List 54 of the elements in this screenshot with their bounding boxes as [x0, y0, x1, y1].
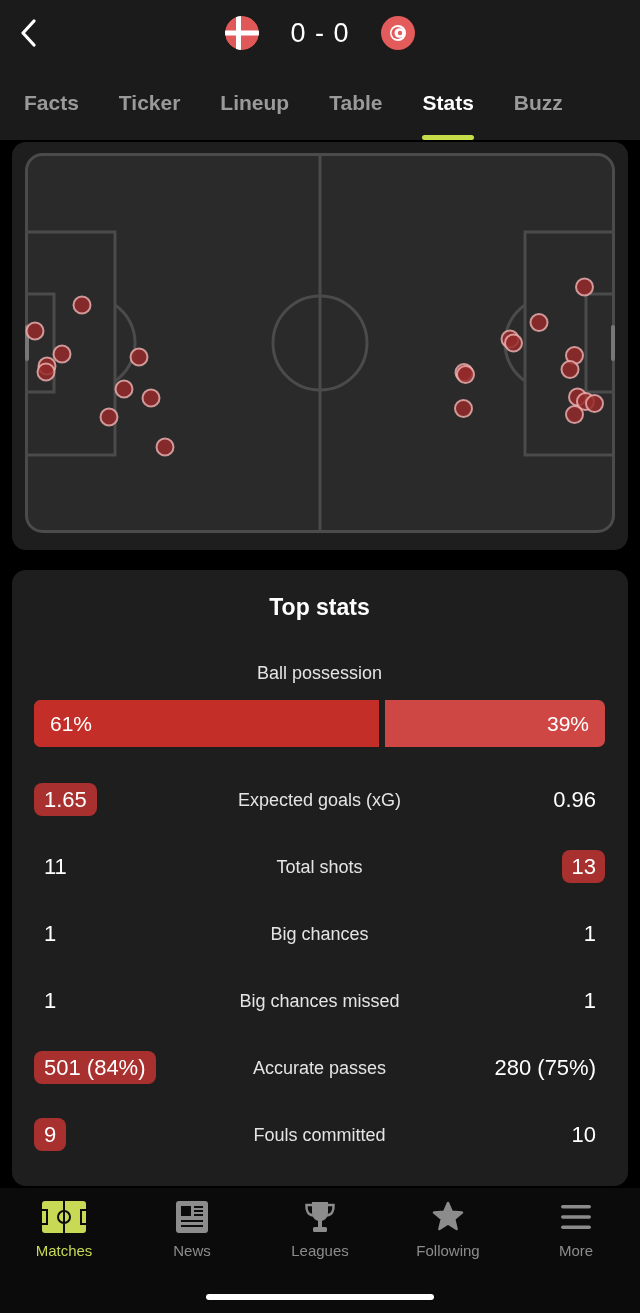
shot-marker — [529, 313, 549, 332]
nav-tab[interactable]: News — [128, 1201, 256, 1260]
home-stat-value: 1 — [43, 987, 58, 1015]
tab[interactable]: Ticker — [118, 91, 181, 140]
away-stat-value: 13 — [561, 850, 605, 883]
stat-label: Expected goals (xG) — [237, 788, 402, 812]
stat-label: Big chances — [270, 922, 369, 946]
shot-marker — [129, 347, 149, 367]
section-title: Top stats — [268, 593, 371, 622]
tab[interactable]: Buzz — [513, 91, 563, 140]
home-stat-value: 1 — [43, 920, 58, 948]
stat-label: Fouls committed — [253, 1123, 386, 1147]
shot-marker — [114, 379, 134, 399]
away-stat-value: 10 — [570, 1121, 597, 1149]
shot-marker — [155, 437, 175, 457]
nav-tab[interactable]: Matches — [0, 1201, 128, 1260]
away-stat-value: 280 (75%) — [493, 1054, 597, 1082]
stat-label: Accurate passes — [252, 1056, 387, 1080]
stat-label: Ball possession — [255, 662, 384, 685]
away-stat-value: 0.96 — [552, 786, 597, 814]
star-icon — [431, 1201, 465, 1233]
back-icon — [20, 19, 36, 47]
nav-tab[interactable]: Leagues — [256, 1201, 384, 1260]
tab[interactable]: Stats — [422, 91, 474, 140]
home-stat-value: 9 — [34, 1118, 67, 1151]
away-stat-value: 1 — [582, 987, 597, 1015]
shot-marker — [560, 360, 580, 379]
shot-marker — [36, 362, 56, 382]
stat-label: Total shots — [276, 855, 363, 879]
shot-marker — [141, 388, 161, 408]
flag-icon — [225, 16, 260, 50]
away-possession-value: 39% — [546, 711, 590, 736]
nav-tab[interactable]: More — [512, 1201, 640, 1260]
tab[interactable]: Table — [329, 91, 383, 140]
nav-tab[interactable]: Following — [384, 1201, 512, 1260]
trophy-icon — [303, 1201, 337, 1233]
pitch-icon — [42, 1201, 86, 1233]
newspaper-icon — [176, 1201, 208, 1233]
away-stat-value: 1 — [582, 920, 597, 948]
home-stat-value: 11 — [43, 853, 68, 881]
flag-icon — [380, 16, 415, 50]
tab[interactable]: Lineup — [220, 91, 290, 140]
home-stat-value: 1.65 — [34, 783, 97, 816]
home-possession-fill: 61% — [34, 700, 386, 747]
stat-label: Big chances missed — [239, 989, 400, 1013]
tab[interactable]: Facts — [24, 91, 79, 140]
shot-marker — [575, 277, 594, 297]
shot-marker — [25, 321, 45, 341]
match-score: 0 - 0 — [290, 17, 350, 49]
shot-marker — [72, 295, 92, 315]
menu-icon — [561, 1205, 591, 1229]
shot-marker — [52, 344, 72, 364]
home-stat-value: 501 (84%) — [34, 1051, 156, 1084]
shot-marker — [99, 407, 119, 427]
